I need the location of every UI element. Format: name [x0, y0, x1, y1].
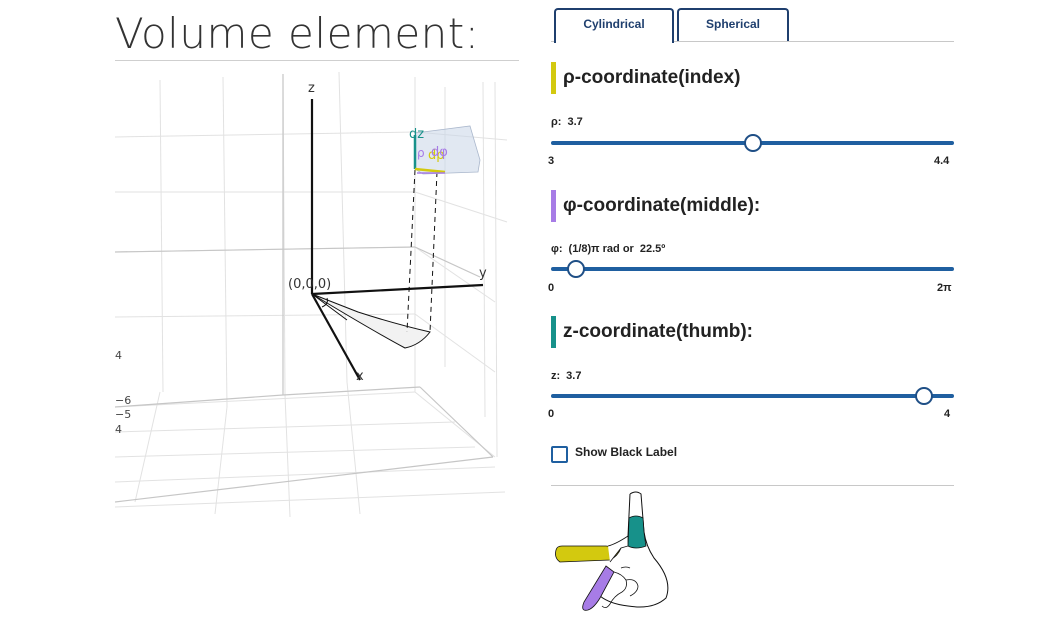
origin-label: (0,0,0)	[288, 277, 331, 292]
phi-slider-track[interactable]	[551, 267, 954, 271]
z-slider[interactable]	[551, 387, 954, 405]
rho-value-prefix: ρ:	[551, 116, 562, 128]
tick-label: −5	[115, 408, 131, 421]
tab-cylindrical[interactable]: Cylindrical	[554, 8, 674, 43]
phi-value: (1/8)π rad or	[568, 243, 634, 255]
z-min-label: 0	[548, 408, 555, 420]
phi-max-label: 2π	[937, 282, 952, 294]
hand-illustration	[555, 491, 669, 611]
phi-value-prefix: φ:	[551, 243, 563, 255]
x-axis-label: x	[356, 369, 364, 384]
tick-label: −6	[115, 394, 131, 407]
rho-value-readout: ρ: 3.7	[551, 116, 589, 128]
dz-label: dz	[409, 127, 424, 142]
z-value: 3.7	[566, 370, 582, 382]
rho-heading: ρ-coordinate(index)	[563, 67, 741, 88]
title-divider	[115, 60, 519, 61]
coordinate-tabs: Cylindrical Spherical	[551, 8, 954, 43]
rho-value: 3.7	[567, 116, 583, 128]
z-color-bar	[551, 316, 556, 348]
z-axis-label: z	[308, 81, 315, 96]
z-heading: z-coordinate(thumb):	[563, 321, 753, 342]
dphi-label: dφ	[431, 145, 448, 160]
show-black-label-checkbox[interactable]	[551, 446, 568, 463]
cylindrical-wedge	[311, 169, 438, 349]
phi-value-readout: φ: (1/8)π rad or 22.5º	[551, 243, 671, 255]
section-divider	[551, 485, 954, 486]
phi-value-degrees: 22.5º	[639, 243, 666, 255]
z-slider-handle[interactable]	[914, 387, 933, 405]
rho-color-bar	[551, 62, 556, 94]
phi-slider[interactable]	[551, 260, 954, 278]
phi-color-bar	[551, 190, 556, 222]
hand-diagram	[548, 488, 678, 616]
y-axis-label: y	[479, 266, 487, 281]
rho-max-label: 4.4	[934, 155, 950, 167]
page-title: Volume element:	[115, 9, 480, 58]
show-black-label-text: Show Black Label	[575, 445, 678, 459]
tab-spherical[interactable]: Spherical	[677, 8, 789, 41]
3d-plot[interactable]: dz ρ dρ dφ z y x (0,0,0) 4 −6 −5 4	[115, 62, 520, 522]
phi-min-label: 0	[548, 282, 555, 294]
z-max-label: 4	[944, 408, 951, 420]
plot-canvas[interactable]: dz ρ dρ dφ z y x (0,0,0) 4 −6 −5 4	[115, 62, 520, 522]
tick-label: 4	[115, 349, 122, 362]
phi-slider-handle[interactable]	[567, 260, 586, 278]
rho-min-label: 3	[548, 155, 555, 167]
z-slider-track[interactable]	[551, 394, 954, 398]
phi-heading: φ-coordinate(middle):	[563, 195, 761, 216]
rho-label: ρ	[417, 146, 425, 160]
tick-label: 4	[115, 423, 122, 436]
z-value-readout: z: 3.7	[551, 370, 587, 382]
rho-slider[interactable]	[551, 134, 954, 152]
z-value-prefix: z:	[551, 370, 561, 382]
rho-slider-handle[interactable]	[743, 134, 762, 152]
